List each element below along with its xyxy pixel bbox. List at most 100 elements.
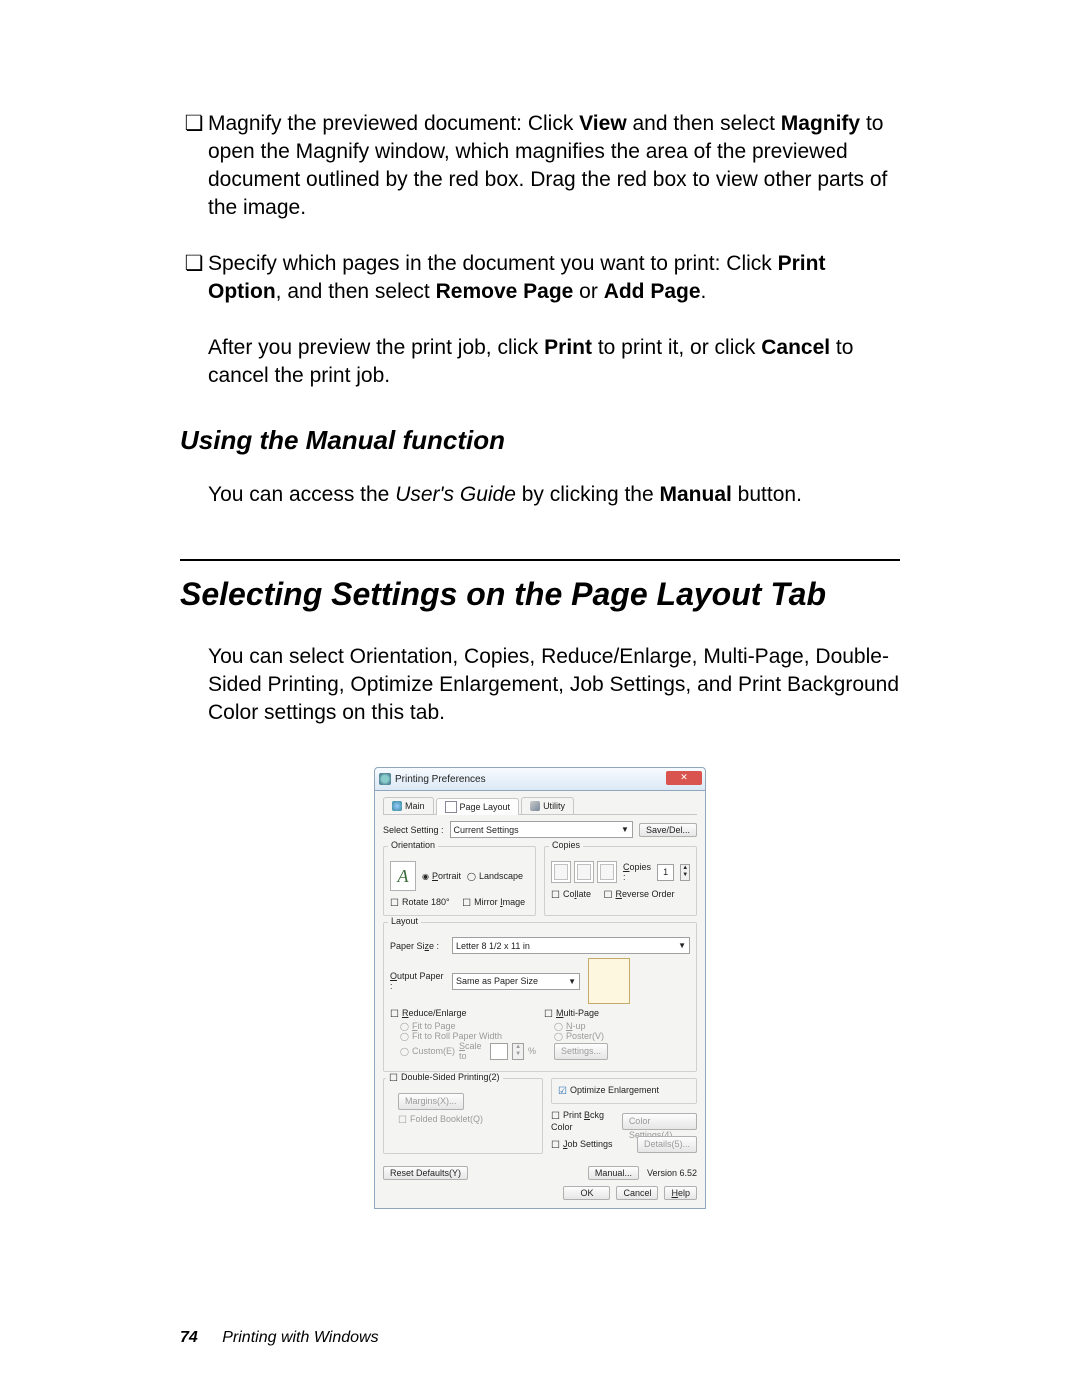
close-button[interactable]: ✕ — [666, 771, 702, 785]
radio-label: ortrait — [438, 871, 461, 881]
text-run: . — [701, 280, 707, 303]
rotate-180-checkbox[interactable]: Rotate 180° — [390, 897, 450, 909]
optimize-enlargement-checkbox[interactable]: Optimize Enlargement — [558, 1085, 659, 1097]
multi-page-checkbox[interactable]: Multi-Page — [544, 1008, 599, 1020]
text-bold: Add Page — [604, 280, 701, 303]
footer-text: Printing with Windows — [222, 1329, 378, 1346]
dropdown-value: Letter 8 1/2 x 11 in — [456, 941, 530, 951]
tab-page-layout[interactable]: Page Layout — [436, 798, 520, 815]
text-run: by clicking the — [516, 483, 660, 506]
margins-button[interactable]: Margins(X)... — [398, 1093, 464, 1110]
mirror-image-checkbox[interactable]: Mirror Image — [462, 897, 525, 909]
text-run: Specify which pages in the document you … — [208, 252, 778, 275]
text-bold: Print — [544, 336, 592, 359]
dialog-action-row: OK Cancel Help — [383, 1186, 697, 1200]
poster-radio[interactable]: Poster(V) — [554, 1031, 604, 1041]
checkbox-label: Reduce/Enlarge — [402, 1008, 467, 1018]
radio-label: N-up — [566, 1021, 586, 1031]
checkbox-label: Folded Booklet(Q) — [410, 1114, 483, 1124]
text-run: You can access the — [208, 483, 395, 506]
dsp-optimize-row: Double-Sided Printing(2) Margins(X)... F… — [383, 1078, 697, 1160]
radio-label: Custom(E) — [412, 1046, 455, 1056]
text-italic: User's Guide — [395, 483, 516, 506]
orientation-preview-icon: A — [390, 861, 416, 891]
text-run: , and then select — [276, 280, 436, 303]
details-button[interactable]: Details(5)... — [637, 1136, 697, 1153]
bullet-text: Magnify the previewed document: Click Vi… — [208, 110, 900, 222]
collate-checkbox[interactable]: Collate — [551, 889, 591, 901]
scale-input[interactable] — [490, 1043, 508, 1060]
subsection-heading: Using the Manual function — [180, 425, 900, 456]
tab-main[interactable]: Main — [383, 797, 434, 814]
save-del-button[interactable]: Save/Del... — [639, 823, 697, 837]
nup-radio[interactable]: N-up — [554, 1021, 585, 1031]
dialog-body: Main Page Layout Utility Select Setting … — [374, 790, 706, 1209]
text-run: After you preview the print job, click — [208, 336, 544, 359]
fit-to-page-radio[interactable]: Fit to Page — [400, 1021, 455, 1031]
fit-to-roll-radio[interactable]: Fit to Roll Paper Width — [400, 1031, 502, 1041]
tab-label: Utility — [543, 801, 565, 811]
cancel-button[interactable]: Cancel — [616, 1186, 658, 1200]
tab-label: Page Layout — [460, 802, 511, 812]
output-paper-label: Output Paper : — [390, 971, 448, 991]
bottom-row: Reset Defaults(Y) Manual... Version 6.52 — [383, 1166, 697, 1180]
bullet-item: ❏ Specify which pages in the document yo… — [180, 250, 900, 306]
checkbox-label: Print Bckg Color — [551, 1110, 604, 1132]
multipage-settings-button[interactable]: Settings... — [554, 1043, 608, 1060]
chevron-down-icon: ▼ — [568, 977, 576, 986]
reverse-order-checkbox[interactable]: Reverse Order — [604, 889, 675, 901]
radio-label: Fit to Page — [412, 1021, 456, 1031]
scale-to-label: Scale to — [459, 1041, 486, 1061]
copies-spinner[interactable]: ▲▼ — [680, 864, 690, 881]
reduce-enlarge-checkbox[interactable]: Reduce/Enlarge — [390, 1008, 467, 1020]
custom-radio[interactable]: Custom(E) — [400, 1046, 455, 1056]
ok-button[interactable]: OK — [563, 1186, 610, 1200]
page-footer: 74 Printing with Windows — [180, 1329, 379, 1347]
paragraph: You can access the User's Guide by click… — [208, 481, 900, 509]
tab-utility[interactable]: Utility — [521, 797, 574, 814]
tab-strip: Main Page Layout Utility — [383, 797, 697, 815]
text-run: or — [573, 280, 603, 303]
checkbox-label: Rotate 180° — [402, 897, 450, 907]
print-bkg-color-checkbox[interactable]: Print Bckg Color — [551, 1110, 614, 1132]
app-icon — [379, 773, 391, 785]
copies-input[interactable]: 1 — [657, 864, 674, 881]
right-options-column: Optimize Enlargement Print Bckg Color Co… — [551, 1078, 697, 1160]
group-label: Double-Sided Printing(2) — [386, 1072, 503, 1084]
chevron-down-icon: ▼ — [678, 941, 686, 950]
text-bold: Cancel — [761, 336, 830, 359]
checkbox-label: Reverse Order — [615, 889, 674, 899]
folded-booklet-checkbox[interactable]: Folded Booklet(Q) — [398, 1114, 483, 1126]
wrench-icon — [530, 801, 540, 811]
text-bold: View — [579, 112, 626, 135]
landscape-radio[interactable]: Landscape — [467, 871, 523, 881]
paper-size-dropdown[interactable]: Letter 8 1/2 x 11 in ▼ — [452, 937, 690, 954]
help-button[interactable]: Help — [664, 1186, 697, 1200]
scale-spinner[interactable]: ▲▼ — [512, 1043, 524, 1060]
text-run: button. — [732, 483, 802, 506]
text-run: and then select — [627, 112, 781, 135]
orientation-group: Orientation A Portrait Landscape Rotate … — [383, 846, 536, 916]
output-paper-dropdown[interactable]: Same as Paper Size ▼ — [452, 973, 580, 990]
select-setting-dropdown[interactable]: Current Settings ▼ — [450, 821, 633, 838]
reset-defaults-button[interactable]: Reset Defaults(Y) — [383, 1166, 468, 1180]
bullet-marker: ❏ — [180, 110, 208, 222]
radio-label: Landscape — [479, 871, 523, 881]
window-title-bar: Printing Preferences ✕ — [374, 767, 706, 790]
dropdown-value: Current Settings — [454, 825, 519, 835]
text-run: to print it, or click — [592, 336, 761, 359]
color-settings-button[interactable]: Color Settings(4)... — [622, 1113, 697, 1130]
double-sided-checkbox[interactable]: Double-Sided Printing(2) — [389, 1072, 500, 1084]
manual-button[interactable]: Manual... — [588, 1166, 639, 1180]
reduce-enlarge-column: Reduce/Enlarge Fit to Page Fit to Roll P… — [390, 1008, 536, 1065]
radio-label: Poster(V) — [566, 1031, 604, 1041]
portrait-radio[interactable]: Portrait — [422, 871, 461, 881]
bullet-marker: ❏ — [180, 250, 208, 306]
paragraph: After you preview the print job, click P… — [208, 334, 900, 390]
printer-icon — [392, 801, 402, 811]
layout-group: Layout Paper Size : Letter 8 1/2 x 11 in… — [383, 922, 697, 1072]
copies-group: Copies Copies : 1 ▲▼ Collate Reverse Ord… — [544, 846, 697, 916]
document-page: ❏ Magnify the previewed document: Click … — [0, 0, 1080, 1397]
group-label: Orientation — [388, 840, 438, 850]
job-settings-checkbox[interactable]: Job Settings — [551, 1139, 613, 1151]
